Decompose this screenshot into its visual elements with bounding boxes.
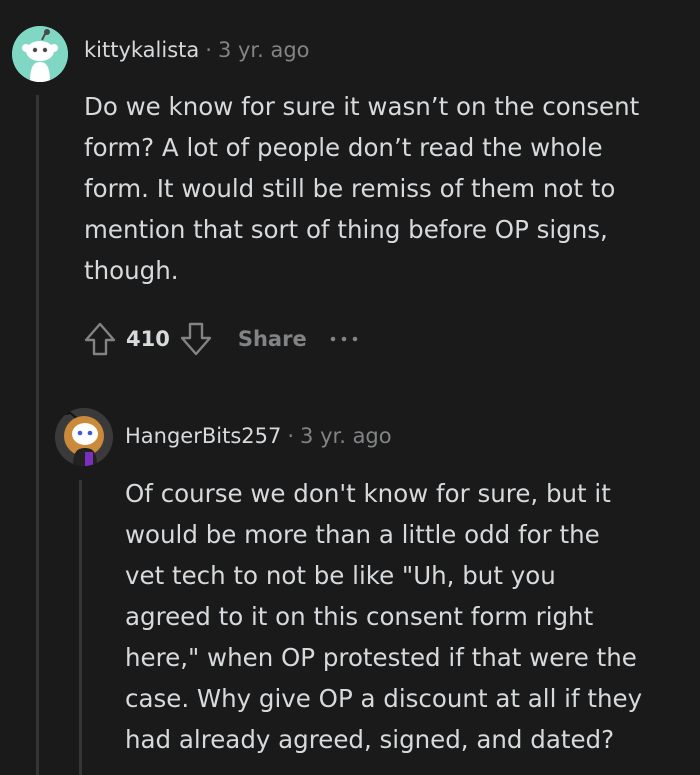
- comment-meta: kittykalista · 3 yr. ago: [84, 38, 310, 62]
- reply-body-line: had already agreed, signed, and dated?: [125, 725, 615, 754]
- reply-body-line: here," when OP protested if that were th…: [125, 643, 637, 672]
- downvote-button[interactable]: [176, 317, 216, 361]
- reply-body-line: vet tech to not be like "Uh, but you: [125, 561, 556, 590]
- reply-thread-line[interactable]: [79, 480, 82, 775]
- snoo-avatar-icon: [12, 26, 68, 82]
- more-options-button[interactable]: [329, 317, 359, 361]
- reply-timestamp[interactable]: 3 yr. ago: [300, 424, 392, 448]
- comment-actions: 410 Share: [80, 316, 359, 362]
- share-button[interactable]: Share: [238, 327, 307, 351]
- reply-body: Of course we don't know for sure, but it…: [125, 473, 642, 760]
- reply-body-line: Of course we don't know for sure, but it: [125, 479, 611, 508]
- meta-separator: ·: [205, 38, 212, 62]
- comment-body-line: Do we know for sure it wasn’t on the con…: [84, 92, 640, 121]
- meta-separator: ·: [287, 424, 295, 448]
- reply-meta: HangerBits257 · 3 yr. ago: [125, 424, 392, 448]
- comment-body-line: mention that sort of thing before OP sig…: [84, 215, 608, 244]
- comment-body-line: though.: [84, 256, 179, 285]
- thread-line[interactable]: [36, 95, 39, 775]
- upvote-arrow-icon: [84, 322, 116, 356]
- downvote-arrow-icon: [180, 322, 212, 356]
- vote-score: 410: [126, 327, 170, 351]
- snoo-avatar-icon: [55, 408, 113, 466]
- comment-timestamp[interactable]: 3 yr. ago: [218, 38, 310, 62]
- avatar[interactable]: [12, 26, 68, 82]
- reply-avatar[interactable]: [55, 408, 113, 466]
- reply-author[interactable]: HangerBits257: [125, 424, 281, 448]
- reply-body-line: case. Why give OP a discount at all if t…: [125, 684, 643, 713]
- more-options-icon: [330, 336, 358, 342]
- comment-author[interactable]: kittykalista: [84, 38, 199, 62]
- comment-thread: kittykalista · 3 yr. ago Do we know for su…: [0, 0, 700, 775]
- reply-body-line: would be more than a little odd for the: [125, 520, 600, 549]
- upvote-button[interactable]: [80, 317, 120, 361]
- comment-body-line: form? A lot of people don’t read the who…: [84, 133, 603, 162]
- reply-body-line: agreed to it on this consent form right: [125, 602, 594, 631]
- comment-body: Do we know for sure it wasn’t on the con…: [84, 86, 639, 291]
- comment-body-line: form. It would still be remiss of them n…: [84, 174, 616, 203]
